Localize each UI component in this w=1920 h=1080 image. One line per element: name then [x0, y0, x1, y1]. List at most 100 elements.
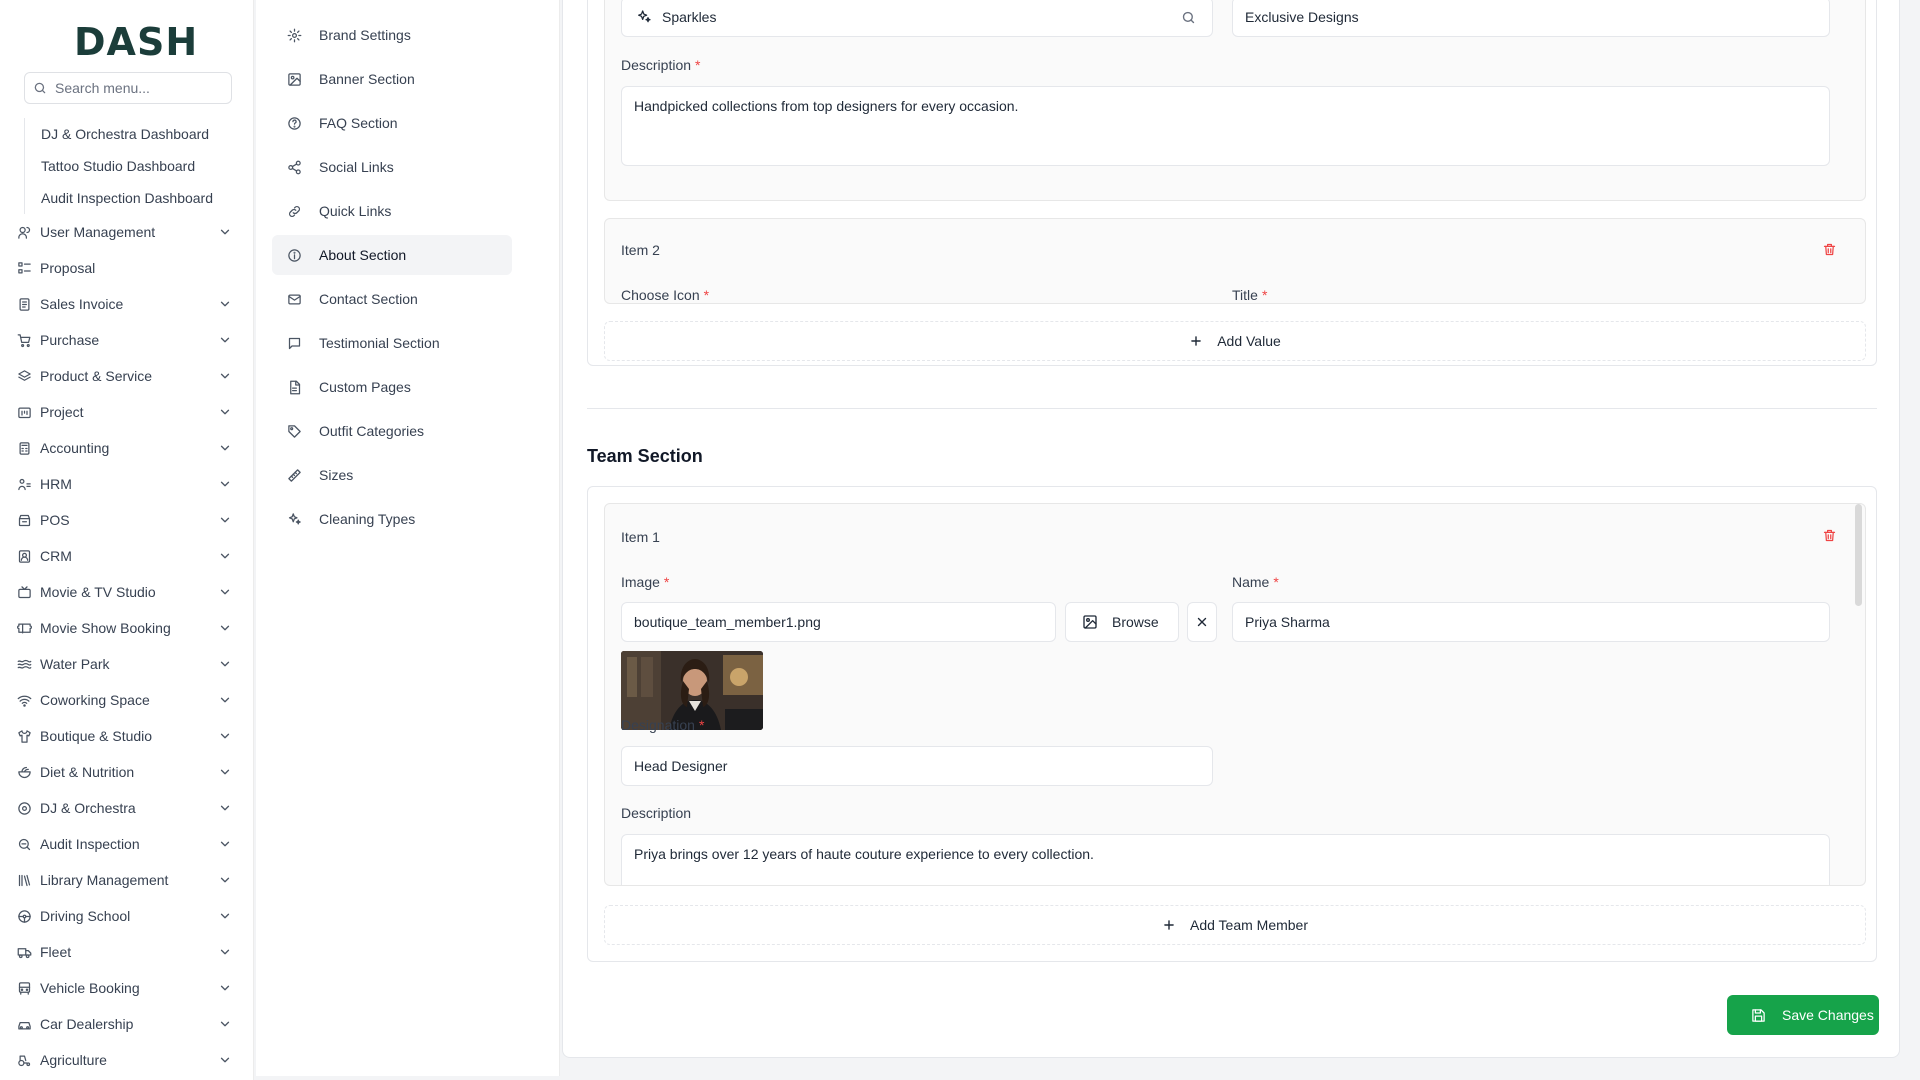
chevron-down-icon	[220, 985, 230, 991]
settings-nav-sizes[interactable]: Sizes	[272, 455, 512, 495]
sidebar-item-purchase[interactable]: Purchase	[0, 322, 253, 358]
add-team-member-button[interactable]: Add Team Member	[604, 905, 1866, 945]
settings-nav-contact-section[interactable]: Contact Section	[272, 279, 512, 319]
sidebar-item-proposal[interactable]: Proposal	[0, 250, 253, 286]
wifi-icon-wrap	[16, 692, 32, 708]
settings-nav-label: Custom Pages	[319, 379, 411, 395]
proposal-icon	[17, 261, 31, 273]
users-icon-wrap	[16, 224, 32, 240]
ticket-icon-wrap	[16, 620, 32, 636]
sidebar-item-project[interactable]: Project	[0, 394, 253, 430]
sparkles-icon-wrap	[286, 511, 302, 527]
sidebar-item-coworking-space[interactable]: Coworking Space	[0, 682, 253, 718]
crm-icon	[18, 549, 30, 563]
sidebar-item-driving-school[interactable]: Driving School	[0, 898, 253, 934]
invoice-icon	[19, 297, 29, 311]
menu-search[interactable]	[24, 72, 232, 104]
value-title-input[interactable]: Exclusive Designs	[1232, 0, 1830, 37]
chevron-down-icon	[220, 481, 230, 487]
sidebar-item-boutique-and-studio[interactable]: Boutique & Studio	[0, 718, 253, 754]
values-card: Sparkles Exclusive Designs Description * …	[587, 0, 1877, 366]
value-item-2-choose-icon-label: Choose Icon *	[621, 287, 710, 303]
sidebar-item-label: Product & Service	[40, 368, 153, 384]
main-sidebar: DASH DJ & Orchestra Dashboard Tattoo Stu…	[0, 0, 254, 1080]
gear-icon	[287, 28, 301, 42]
sidebar-item-hrm[interactable]: HRM	[0, 466, 253, 502]
calculator-icon	[19, 441, 29, 455]
search-icon	[1182, 11, 1195, 24]
delete-team-member-button[interactable]	[1819, 525, 1839, 545]
name-input[interactable]: Priya Sharma	[1232, 602, 1830, 642]
add-team-member-label: Add Team Member	[1189, 917, 1308, 933]
sub-item-audit-inspection-dashboard[interactable]: Audit Inspection Dashboard	[25, 182, 234, 214]
sidebar-item-library-management[interactable]: Library Management	[0, 862, 253, 898]
settings-nav-banner-section[interactable]: Banner Section	[272, 59, 512, 99]
designation-input[interactable]: Head Designer	[621, 746, 1213, 786]
link-icon-wrap	[286, 203, 302, 219]
team-description-textarea[interactable]: Priya brings over 12 years of haute cout…	[621, 834, 1830, 885]
settings-nav-outfit-categories[interactable]: Outfit Categories	[272, 411, 512, 451]
sidebar-item-car-dealership[interactable]: Car Dealership	[0, 1006, 253, 1042]
tv-icon-wrap	[16, 584, 32, 600]
calculator-icon-wrap	[16, 440, 32, 456]
chevron-down-icon	[220, 769, 230, 775]
settings-nav-cleaning-types[interactable]: Cleaning Types	[272, 499, 512, 539]
delete-item-button[interactable]	[1819, 239, 1839, 259]
value-description-textarea[interactable]: Handpicked collections from top designer…	[621, 86, 1830, 166]
tag-icon-wrap	[286, 423, 302, 439]
settings-nav-label: About Section	[319, 247, 407, 263]
settings-nav-about-section[interactable]: About Section	[272, 235, 512, 275]
message-icon-wrap	[286, 335, 302, 351]
sidebar-item-label: Movie & TV Studio	[40, 584, 156, 600]
info-icon	[287, 248, 301, 262]
sub-item-dj-orchestra-dashboard[interactable]: DJ & Orchestra Dashboard	[25, 118, 234, 150]
settings-nav-brand-settings[interactable]: Brand Settings	[272, 15, 512, 55]
sidebar-item-agriculture[interactable]: Agriculture	[0, 1042, 253, 1078]
settings-nav-custom-pages[interactable]: Custom Pages	[272, 367, 512, 407]
disc-icon	[17, 801, 31, 815]
settings-nav-testimonial-section[interactable]: Testimonial Section	[272, 323, 512, 363]
project-icon-wrap	[16, 404, 32, 420]
chevron-down-icon	[220, 373, 230, 379]
sub-item-tattoo-studio-dashboard[interactable]: Tattoo Studio Dashboard	[25, 150, 234, 182]
chevron-down-icon	[220, 1057, 230, 1063]
sidebar-item-accounting[interactable]: Accounting	[0, 430, 253, 466]
sparkles-icon	[288, 512, 301, 524]
sidebar-item-crm[interactable]: CRM	[0, 538, 253, 574]
settings-nav-social-links[interactable]: Social Links	[272, 147, 512, 187]
image-file-input[interactable]: boutique_team_member1.png	[621, 602, 1056, 642]
browse-button[interactable]: Browse	[1065, 602, 1179, 642]
sidebar-item-sales-invoice[interactable]: Sales Invoice	[0, 286, 253, 322]
main-content: Sparkles Exclusive Designs Description * …	[562, 0, 1900, 1058]
choose-icon-select[interactable]: Sparkles	[621, 0, 1213, 37]
save-changes-button[interactable]: Save Changes	[1727, 995, 1879, 1035]
sidebar-item-dj-and-orchestra[interactable]: DJ & Orchestra	[0, 790, 253, 826]
sidebar-item-water-park[interactable]: Water Park	[0, 646, 253, 682]
project-icon	[17, 407, 31, 418]
settings-nav-panel: Brand Settings Banner Section FAQ Section S…	[256, 0, 560, 1076]
sidebar-item-movie-show-booking[interactable]: Movie Show Booking	[0, 610, 253, 646]
app-logo[interactable]: DASH	[74, 20, 198, 64]
menu-search-input[interactable]	[55, 80, 225, 96]
sidebar-item-user-management[interactable]: User Management	[0, 214, 253, 250]
chevron-down-icon	[220, 697, 230, 703]
sidebar-item-audit-inspection[interactable]: Audit Inspection	[0, 826, 253, 862]
team-card: Item 1 Image * boutique_team_member1.png …	[587, 486, 1877, 962]
sidebar-item-fleet[interactable]: Fleet	[0, 934, 253, 970]
settings-nav-quick-links[interactable]: Quick Links	[272, 191, 512, 231]
sidebar-item-label: Diet & Nutrition	[40, 764, 135, 780]
add-value-button[interactable]: Add Value	[604, 321, 1866, 361]
sidebar-item-vehicle-booking[interactable]: Vehicle Booking	[0, 970, 253, 1006]
image-icon-wrap	[286, 71, 302, 87]
users-icon	[17, 226, 30, 239]
clear-image-button[interactable]	[1187, 602, 1217, 642]
settings-nav-faq-section[interactable]: FAQ Section	[272, 103, 512, 143]
sidebar-item-product-and-service[interactable]: Product & Service	[0, 358, 253, 394]
sidebar-item-pos[interactable]: POS	[0, 502, 253, 538]
proposal-icon-wrap	[16, 260, 32, 276]
add-value-label: Add Value	[1217, 333, 1281, 349]
sidebar-item-movie-and-tv-studio[interactable]: Movie & TV Studio	[0, 574, 253, 610]
item-scrollbar-thumb[interactable]	[1855, 504, 1862, 606]
settings-nav-label: Social Links	[319, 159, 394, 175]
sidebar-item-diet-and-nutrition[interactable]: Diet & Nutrition	[0, 754, 253, 790]
